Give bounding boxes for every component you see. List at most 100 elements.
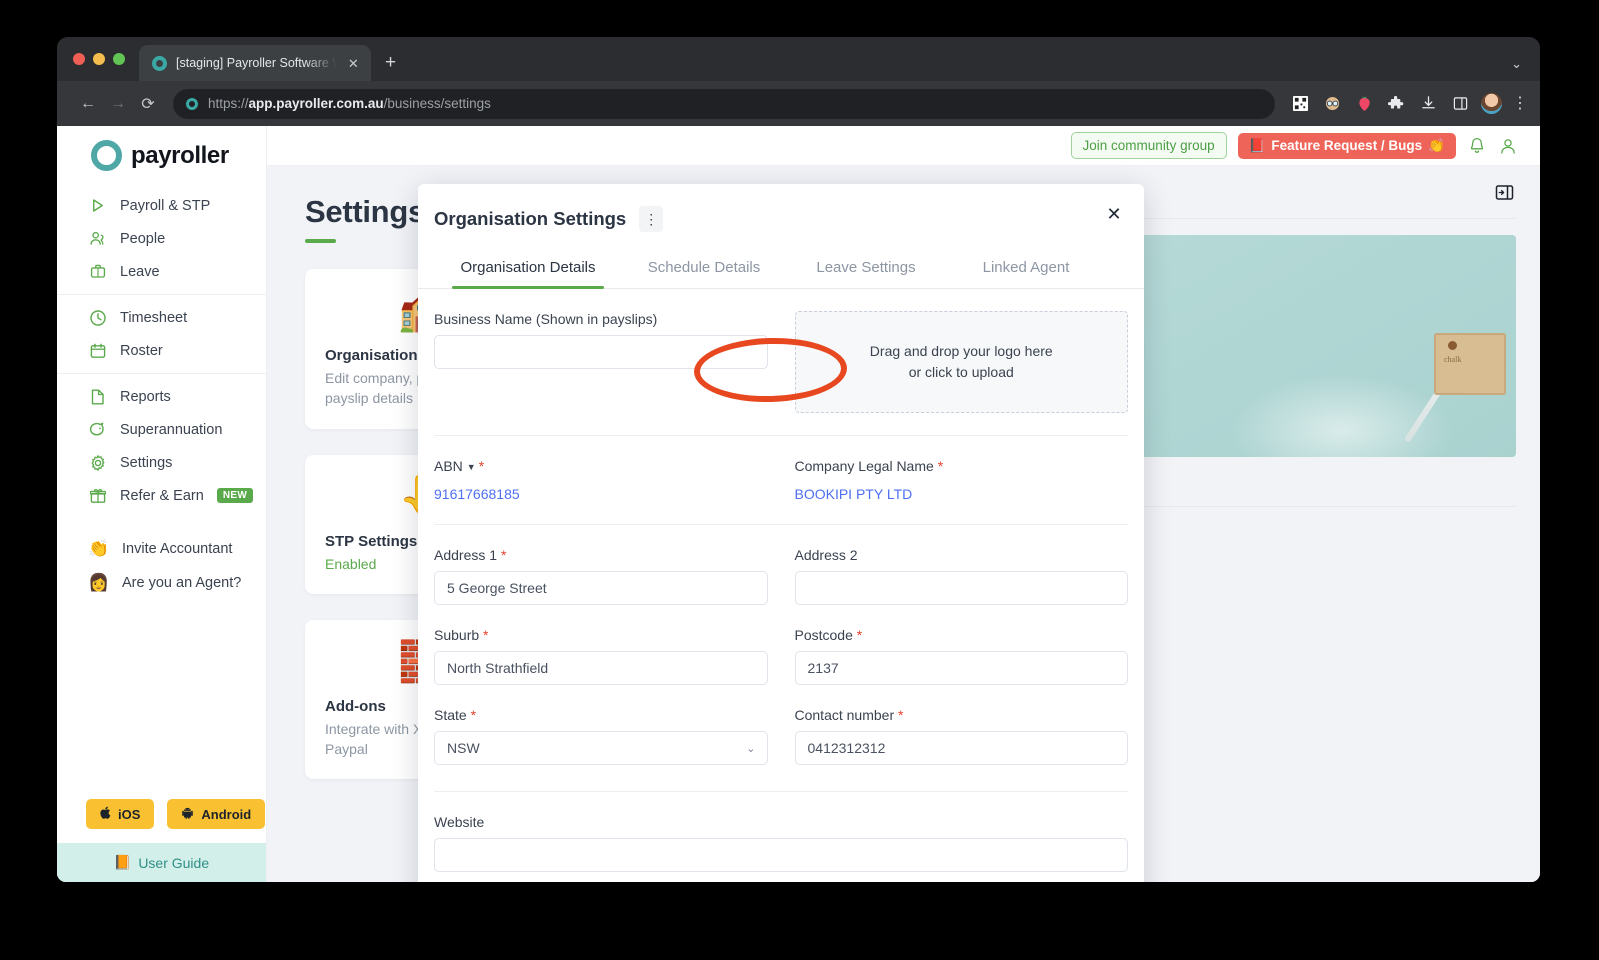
address1-input[interactable] [434,571,768,605]
ios-label: iOS [118,806,141,822]
abn-label-text: ABN [434,458,463,474]
suburb-input[interactable] [434,651,768,685]
sidebar-item-invite-accountant[interactable]: 👏 Invite Accountant [57,532,266,566]
required-marker: * [856,627,863,643]
modal-tabs: Organisation Details Schedule Details Le… [418,248,1144,289]
website-input[interactable] [434,838,1128,872]
required-marker: * [478,458,485,474]
ios-app-button[interactable]: iOS [86,799,155,829]
caret-down-icon[interactable]: ▼ [467,462,476,472]
side-panel-icon[interactable] [1449,93,1471,115]
collapse-panel-icon[interactable] [1495,183,1514,207]
minimize-window-button[interactable] [93,53,105,65]
close-window-button[interactable] [73,53,85,65]
app-logo[interactable]: payroller [57,126,266,183]
forward-button[interactable]: → [103,89,133,119]
puzzle-extensions-icon[interactable] [1385,93,1407,115]
sidebar-item-label: Payroll & STP [120,197,211,214]
book-icon: 📙 [113,854,132,870]
qr-code-icon[interactable] [1289,93,1311,115]
sidebar-item-label: Are you an Agent? [122,575,242,591]
close-icon[interactable]: ✕ [1102,202,1126,226]
briefcase-icon [88,262,107,281]
sidebar-item-superannuation[interactable]: Superannuation [57,413,266,446]
tab-organisation-details[interactable]: Organisation Details [434,248,622,289]
profile-avatar[interactable] [1481,93,1502,114]
downloads-icon[interactable] [1417,93,1439,115]
sidebar-item-settings[interactable]: Settings [57,446,266,479]
dropzone-line2: or click to upload [908,364,1014,380]
sidebar-item-are-you-an-agent[interactable]: 👩 Are you an Agent? [57,566,266,600]
clap-hands-icon: 👏 [88,539,110,558]
sidebar-item-reports[interactable]: Reports [57,380,266,413]
contact-number-input[interactable] [794,731,1128,765]
kebab-menu-icon: ⋮ [644,211,659,227]
address2-col: Address 2 [794,525,1128,605]
postcode-label: Postcode * [795,627,1129,643]
address2-input[interactable] [794,571,1128,605]
state-select[interactable] [434,731,768,765]
sidebar-item-refer-earn[interactable]: Refer & Earn NEW [57,479,266,512]
sidebar-item-roster[interactable]: Roster [57,334,266,367]
required-marker: * [470,707,477,723]
glasses-extension-icon[interactable] [1321,93,1343,115]
business-name-label: Business Name (Shown in payslips) [434,311,658,327]
maximize-window-button[interactable] [113,53,125,65]
browser-tab[interactable]: [staging] Payroller Software W ✕ [139,45,371,81]
state-select-wrap: ⌄ [434,731,768,765]
apple-icon [100,806,111,822]
android-app-button[interactable]: Android [167,799,266,829]
address1-col: Address 1 * [434,525,768,605]
strawberry-extension-icon[interactable] [1353,93,1375,115]
sidebar-item-payroll-stp[interactable]: Payroll & STP [57,189,266,222]
postcode-col: Postcode * [794,605,1129,685]
sidebar-item-leave[interactable]: Leave [57,255,266,288]
dropzone-line1: Drag and drop your logo here [869,343,1053,359]
organisation-settings-modal: Organisation Settings ⋮ ✕ Organisation D… [418,184,1144,882]
chevron-down-icon[interactable]: ⌄ [1511,56,1522,72]
android-icon [181,806,194,822]
state-label-text: State [434,707,467,723]
sidebar-item-people[interactable]: People [57,222,266,255]
abn-row: ABN ▼ * 91617668185 Company Legal Name * B… [434,436,1128,502]
modal-more-options-button[interactable]: ⋮ [639,206,664,232]
user-guide-label: User Guide [138,854,210,871]
address-row: Address 1 * Address 2 [434,525,1128,605]
new-tab-button[interactable]: + [385,53,396,72]
join-community-button[interactable]: Join community group [1070,132,1227,159]
back-button[interactable]: ← [73,89,103,119]
tab-favicon-icon [152,55,167,71]
company-legal-name-value: BOOKIPI PTY LTD [794,486,913,502]
website-col: Website [434,792,1128,872]
website-label: Website [434,814,485,830]
sidebar-item-label: Settings [120,454,173,471]
person-icon: 👩 [88,573,110,592]
address-bar[interactable]: https://app.payroller.com.au/business/se… [173,88,1275,119]
postcode-input[interactable] [794,651,1128,685]
company-legal-name-label-text: Company Legal Name [794,458,934,474]
nav-group-extra: 👏 Invite Accountant 👩 Are you an Agent? [57,518,266,606]
sidebar-item-timesheet[interactable]: Timesheet [57,301,266,334]
suburb-postcode-row: Suburb * Postcode * [434,605,1128,685]
bell-icon[interactable] [1467,136,1487,156]
logo-dropzone[interactable]: Drag and drop your logo here or click to… [794,311,1128,413]
browser-menu-icon[interactable]: ⋮ [1512,95,1528,112]
page-viewport: payroller Payroll & STP People Leave Tim… [57,126,1540,882]
app-sidebar: payroller Payroll & STP People Leave Tim… [57,126,267,882]
reload-button[interactable]: ⟳ [133,89,163,119]
tab-close-icon[interactable]: ✕ [346,57,361,70]
business-name-input[interactable] [434,335,768,369]
tab-leave-settings[interactable]: Leave Settings [786,248,946,288]
chalk-label: chalk [1444,355,1462,364]
business-name-col: Business Name (Shown in payslips) [434,289,768,413]
clap-icon: 👏 [1428,137,1445,153]
calendar-icon [88,341,107,360]
account-icon[interactable] [1498,136,1518,156]
modal-header: Organisation Settings ⋮ ✕ [418,184,1144,232]
payroller-mark-icon [91,140,122,171]
feature-request-button[interactable]: 📕 Feature Request / Bugs 👏 [1237,132,1456,159]
tab-schedule-details[interactable]: Schedule Details [622,248,786,288]
user-guide-button[interactable]: 📙 User Guide [57,843,266,882]
gear-icon [88,453,107,472]
tab-linked-agent[interactable]: Linked Agent [946,248,1106,288]
